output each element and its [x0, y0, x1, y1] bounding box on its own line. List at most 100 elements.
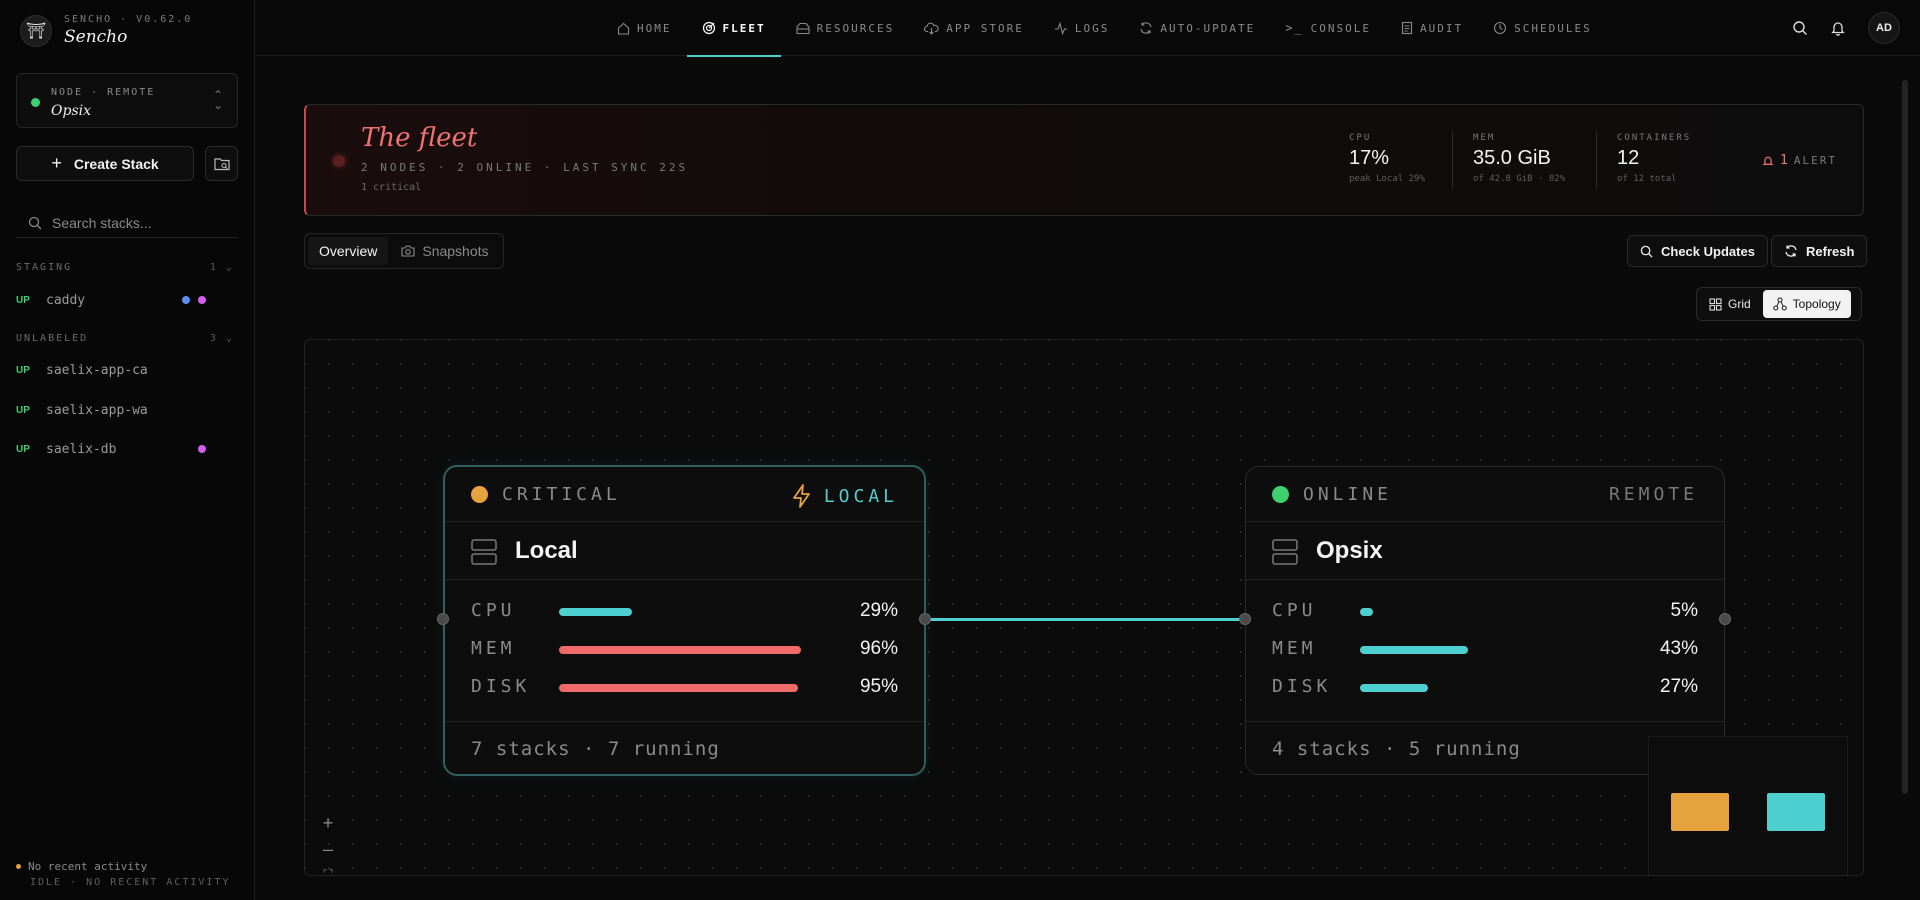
stack-item-caddy[interactable]: UP caddy: [16, 289, 238, 311]
nav-home[interactable]: HOME: [602, 0, 687, 56]
activity-dot: [16, 864, 21, 869]
metric-mem: MEM 35.0 GiB of 42.8 GiB · 82%: [1473, 133, 1565, 184]
label-dot: [198, 445, 206, 453]
resources-icon: [796, 22, 810, 34]
connection-handle[interactable]: [1719, 613, 1731, 625]
label-dot: [198, 296, 206, 304]
tab-overview[interactable]: Overview: [308, 237, 389, 265]
node-status: ONLINE: [1272, 484, 1392, 505]
metric-bar: [559, 608, 632, 616]
fleet-subtitle: 2 NODES · 2 ONLINE · LAST SYNC 22S: [361, 161, 689, 174]
node-tag: REMOTE: [1609, 484, 1698, 505]
metric-value: 35.0 GiB: [1473, 147, 1551, 169]
metric-row-cpu: CPU 29%: [471, 597, 898, 627]
connection-handle[interactable]: [919, 613, 931, 625]
nav-auto-update[interactable]: AUTO-UPDATE: [1124, 0, 1270, 56]
node-name: Local: [515, 537, 578, 564]
grid-view-button[interactable]: Grid: [1699, 290, 1761, 318]
nav-app-store[interactable]: APP STORE: [909, 0, 1039, 56]
sidebar: ⛩ SENCHO · V0.62.0 Sencho NODE · REMOTE …: [0, 0, 255, 900]
node-title-row: Opsix: [1246, 523, 1724, 580]
connection-handle[interactable]: [1239, 613, 1251, 625]
metric-row-mem: MEM 96%: [471, 635, 898, 665]
folder-search-button[interactable]: [205, 146, 238, 181]
metric-percent: 5%: [1670, 600, 1698, 621]
metric-label: CPU: [471, 600, 516, 621]
stack-item-saelix-db[interactable]: UP saelix-db: [16, 438, 238, 460]
stack-name: caddy: [46, 292, 86, 308]
tag-label: REMOTE: [1608, 484, 1698, 505]
minimap-node-opsix: [1767, 793, 1825, 831]
stack-name: saelix-db: [46, 441, 117, 457]
metric-label: MEM: [1473, 133, 1496, 143]
alert-indicator[interactable]: 1 ALERT: [1762, 153, 1837, 168]
page-scrollbar[interactable]: [1902, 80, 1908, 794]
metric-label: CPU: [1349, 133, 1372, 143]
label-dot: [182, 296, 190, 304]
group-header-staging[interactable]: STAGING 1 ⌄: [16, 262, 238, 273]
node-card-opsix[interactable]: ONLINE REMOTE Opsix CPU 5% MEM 43% DISK …: [1245, 466, 1725, 775]
server-icon: [1272, 539, 1298, 565]
group-header-unlabeled[interactable]: UNLABELED 3 ⌄: [16, 333, 238, 344]
sencho-logo-icon: ⛩: [20, 14, 52, 47]
create-stack-button[interactable]: + Create Stack: [16, 146, 194, 181]
metric-bar: [559, 646, 801, 654]
stack-item-saelix-app-ca[interactable]: UP saelix-app-ca: [16, 359, 238, 381]
nav-audit[interactable]: AUDIT: [1386, 0, 1478, 56]
metric-row-disk: DISK 95%: [471, 673, 898, 703]
status-dot: [471, 486, 488, 503]
brand[interactable]: ⛩ SENCHO · V0.62.0 Sencho: [20, 14, 192, 47]
nav-resources[interactable]: RESOURCES: [781, 0, 910, 56]
stack-status: UP: [16, 294, 30, 306]
metric-divider: [1596, 131, 1597, 189]
nav-label: AUDIT: [1420, 21, 1464, 35]
app-name: Sencho: [64, 27, 128, 47]
bell-icon[interactable]: [1830, 20, 1846, 36]
nav-label: RESOURCES: [816, 21, 895, 35]
lightning-icon: [792, 484, 810, 508]
stack-item-saelix-app-wa[interactable]: UP saelix-app-wa: [16, 399, 238, 421]
search-icon[interactable]: [1792, 20, 1808, 36]
connection-handle[interactable]: [437, 613, 449, 625]
node-name: Opsix: [51, 103, 91, 119]
stack-search-input[interactable]: Search stacks...: [16, 208, 238, 238]
logs-icon: [1054, 21, 1067, 35]
status-label: ONLINE: [1303, 484, 1393, 505]
metric-sub: peak Local 29%: [1349, 174, 1425, 184]
nav-schedules[interactable]: SCHEDULES: [1478, 0, 1607, 56]
activity-subtext: IDLE · NO RECENT ACTIVITY: [30, 877, 231, 888]
search-icon: [28, 216, 42, 229]
bell-icon: [1762, 156, 1774, 165]
topology-canvas[interactable]: CRITICAL LOCAL Local CPU 29% MEM 96% DIS…: [304, 339, 1864, 876]
zoom-in-icon[interactable]: +: [319, 810, 337, 836]
nav-logs[interactable]: LOGS: [1039, 0, 1125, 56]
metric-sub: of 12 total: [1617, 174, 1677, 184]
check-updates-button[interactable]: Check Updates: [1627, 235, 1768, 267]
refresh-icon: [1785, 245, 1797, 257]
node-card-local[interactable]: CRITICAL LOCAL Local CPU 29% MEM 96% DIS…: [443, 465, 926, 776]
nav-console[interactable]: >_ CONSOLE: [1270, 0, 1386, 56]
fit-view-icon[interactable]: ⛶: [319, 862, 337, 875]
node-name: Opsix: [1316, 537, 1383, 564]
tab-label: Snapshots: [422, 243, 489, 259]
create-stack-label: Create Stack: [73, 155, 159, 172]
metric-row-disk: DISK 27%: [1272, 673, 1698, 703]
tab-snapshots[interactable]: Snapshots: [390, 237, 499, 265]
alert-label: ALERT: [1793, 154, 1837, 167]
node-status-dot: [31, 98, 40, 107]
node-selector[interactable]: NODE · REMOTE Opsix ⌃ ⌄: [16, 73, 238, 128]
nav-fleet[interactable]: FLEET: [686, 0, 781, 57]
view-toggle: Grid Topology: [1696, 287, 1862, 321]
status-dot: [1272, 486, 1289, 503]
topology-view-button[interactable]: Topology: [1762, 290, 1851, 318]
refresh-button[interactable]: Refresh: [1771, 235, 1868, 267]
zoom-out-icon[interactable]: –: [319, 836, 337, 862]
minimap[interactable]: [1648, 736, 1848, 875]
user-avatar[interactable]: AD: [1868, 12, 1900, 44]
fleet-status-dot: [333, 155, 345, 167]
group-count: 3 ⌄: [209, 333, 234, 344]
activity-status: No recent activity IDLE · NO RECENT ACTI…: [16, 860, 246, 888]
group-label: UNLABELED: [16, 333, 89, 344]
folder-search-icon: [213, 157, 230, 170]
group-label: STAGING: [16, 262, 73, 273]
